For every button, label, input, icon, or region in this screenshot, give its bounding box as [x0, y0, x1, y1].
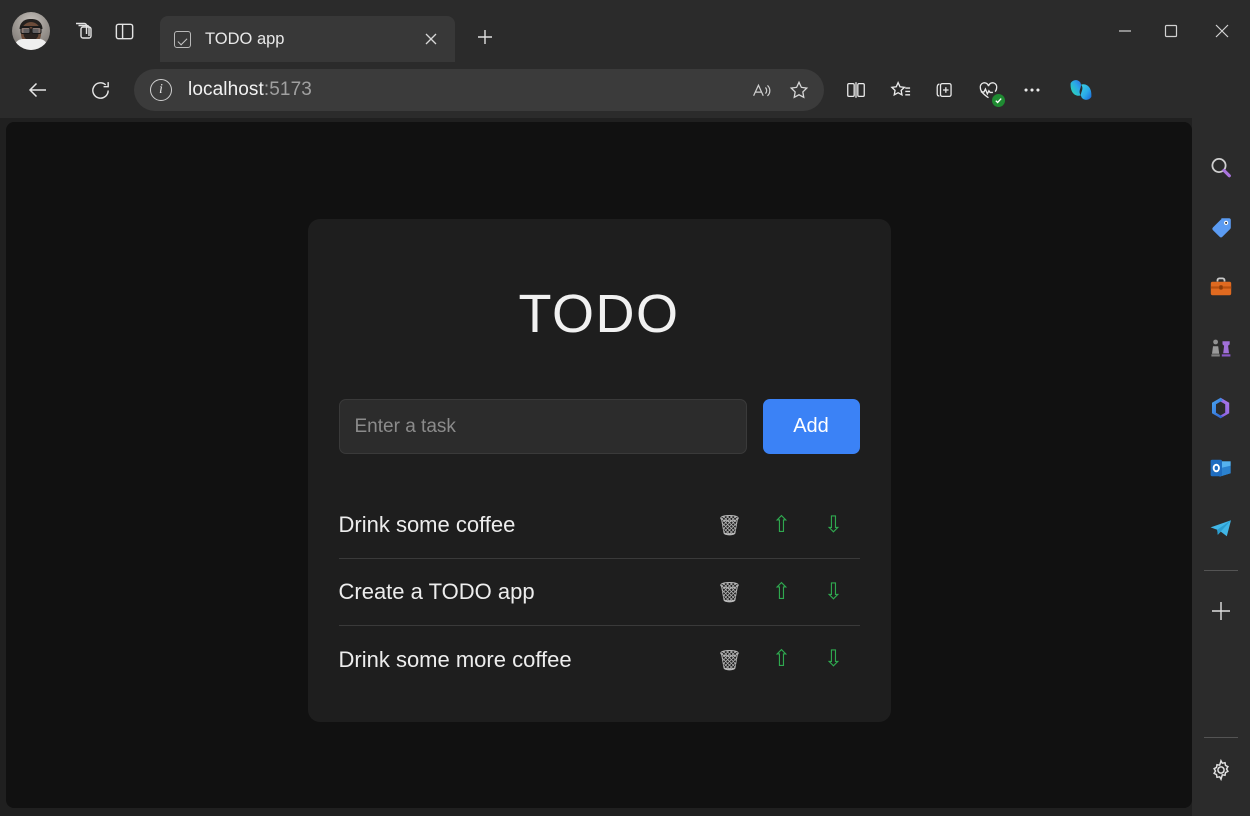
- more-options-icon[interactable]: [1010, 68, 1054, 112]
- move-task-up-icon[interactable]: ⇧: [756, 648, 808, 671]
- browser-window: TODO app: [0, 0, 1250, 816]
- checkbox-favicon: [174, 31, 191, 48]
- favorites-list-icon[interactable]: [878, 68, 922, 112]
- collections-icon[interactable]: [922, 68, 966, 112]
- address-bar-icons: [742, 71, 818, 109]
- add-task-button[interactable]: Add: [763, 399, 860, 454]
- avatar-glasses: [21, 26, 42, 31]
- todo-page: TODO Add Drink some coffee 🗑 ⇧ ⇩: [6, 122, 1192, 808]
- browser-tab[interactable]: TODO app: [160, 16, 455, 62]
- refresh-button[interactable]: [80, 70, 120, 110]
- task-label: Drink some more coffee: [339, 647, 704, 673]
- add-task-row: Add: [339, 399, 860, 454]
- tools-briefcase-icon[interactable]: [1199, 266, 1243, 310]
- task-label: Drink some coffee: [339, 512, 704, 538]
- task-list-item: Create a TODO app 🗑 ⇧ ⇩: [339, 559, 860, 626]
- toolbar-right-icons: [834, 65, 1108, 115]
- sidebar-divider-top: [1204, 570, 1238, 571]
- read-aloud-icon[interactable]: [742, 71, 780, 109]
- close-window-button[interactable]: [1194, 0, 1250, 62]
- sidebar-divider-bottom: [1204, 737, 1238, 738]
- maximize-button[interactable]: [1148, 0, 1194, 62]
- search-icon[interactable]: [1199, 146, 1243, 190]
- move-task-down-icon[interactable]: ⇩: [808, 648, 860, 671]
- new-tab-button[interactable]: [467, 19, 503, 55]
- split-screen-icon[interactable]: [834, 68, 878, 112]
- workspaces-icon[interactable]: [64, 11, 104, 51]
- essentials-status-badge: [992, 94, 1005, 107]
- tab-strip: TODO app: [0, 0, 1250, 62]
- minimize-button[interactable]: [1102, 0, 1148, 62]
- task-label: Create a TODO app: [339, 579, 704, 605]
- task-input[interactable]: [339, 399, 747, 454]
- microsoft-365-icon[interactable]: [1199, 386, 1243, 430]
- todo-card: TODO Add Drink some coffee 🗑 ⇧ ⇩: [308, 219, 891, 722]
- outlook-icon[interactable]: [1199, 446, 1243, 490]
- add-sidebar-app-button[interactable]: [1199, 589, 1243, 633]
- shopping-tag-icon[interactable]: [1199, 206, 1243, 250]
- site-info-icon[interactable]: i: [150, 79, 172, 101]
- navigation-toolbar: i localhost:5173: [0, 62, 1250, 118]
- move-task-up-icon[interactable]: ⇧: [756, 514, 808, 537]
- task-list-item: Drink some more coffee 🗑 ⇧ ⇩: [339, 626, 860, 693]
- edge-sidebar: [1192, 118, 1250, 816]
- tab-actions-icon[interactable]: [104, 11, 144, 51]
- tab-title: TODO app: [205, 30, 417, 49]
- url-port: :5173: [264, 79, 312, 100]
- settings-gear-icon[interactable]: [1199, 756, 1243, 800]
- back-button[interactable]: [18, 70, 58, 110]
- close-tab-icon[interactable]: [417, 25, 445, 53]
- delete-task-icon[interactable]: 🗑: [704, 582, 756, 602]
- delete-task-icon[interactable]: 🗑: [704, 515, 756, 535]
- page-viewport: TODO Add Drink some coffee 🗑 ⇧ ⇩: [6, 122, 1192, 808]
- browser-body: TODO Add Drink some coffee 🗑 ⇧ ⇩: [0, 118, 1250, 816]
- task-list: Drink some coffee 🗑 ⇧ ⇩ Create a TODO ap…: [339, 492, 860, 693]
- url-text[interactable]: localhost:5173: [188, 79, 742, 101]
- add-favorite-star-icon[interactable]: [780, 71, 818, 109]
- games-chess-icon[interactable]: [1199, 326, 1243, 370]
- delete-task-icon[interactable]: 🗑: [704, 650, 756, 670]
- url-host: localhost: [188, 79, 264, 100]
- browser-essentials-icon[interactable]: [966, 68, 1010, 112]
- move-task-down-icon[interactable]: ⇩: [808, 514, 860, 537]
- copilot-icon[interactable]: [1054, 65, 1108, 115]
- move-task-up-icon[interactable]: ⇧: [756, 581, 808, 604]
- move-task-down-icon[interactable]: ⇩: [808, 581, 860, 604]
- user-avatar[interactable]: [12, 12, 50, 50]
- page-title: TODO: [339, 287, 860, 341]
- window-controls: [1102, 0, 1250, 62]
- telegram-icon[interactable]: [1199, 506, 1243, 550]
- task-list-item: Drink some coffee 🗑 ⇧ ⇩: [339, 492, 860, 559]
- avatar-shirt: [14, 39, 48, 50]
- address-bar[interactable]: i localhost:5173: [134, 69, 824, 111]
